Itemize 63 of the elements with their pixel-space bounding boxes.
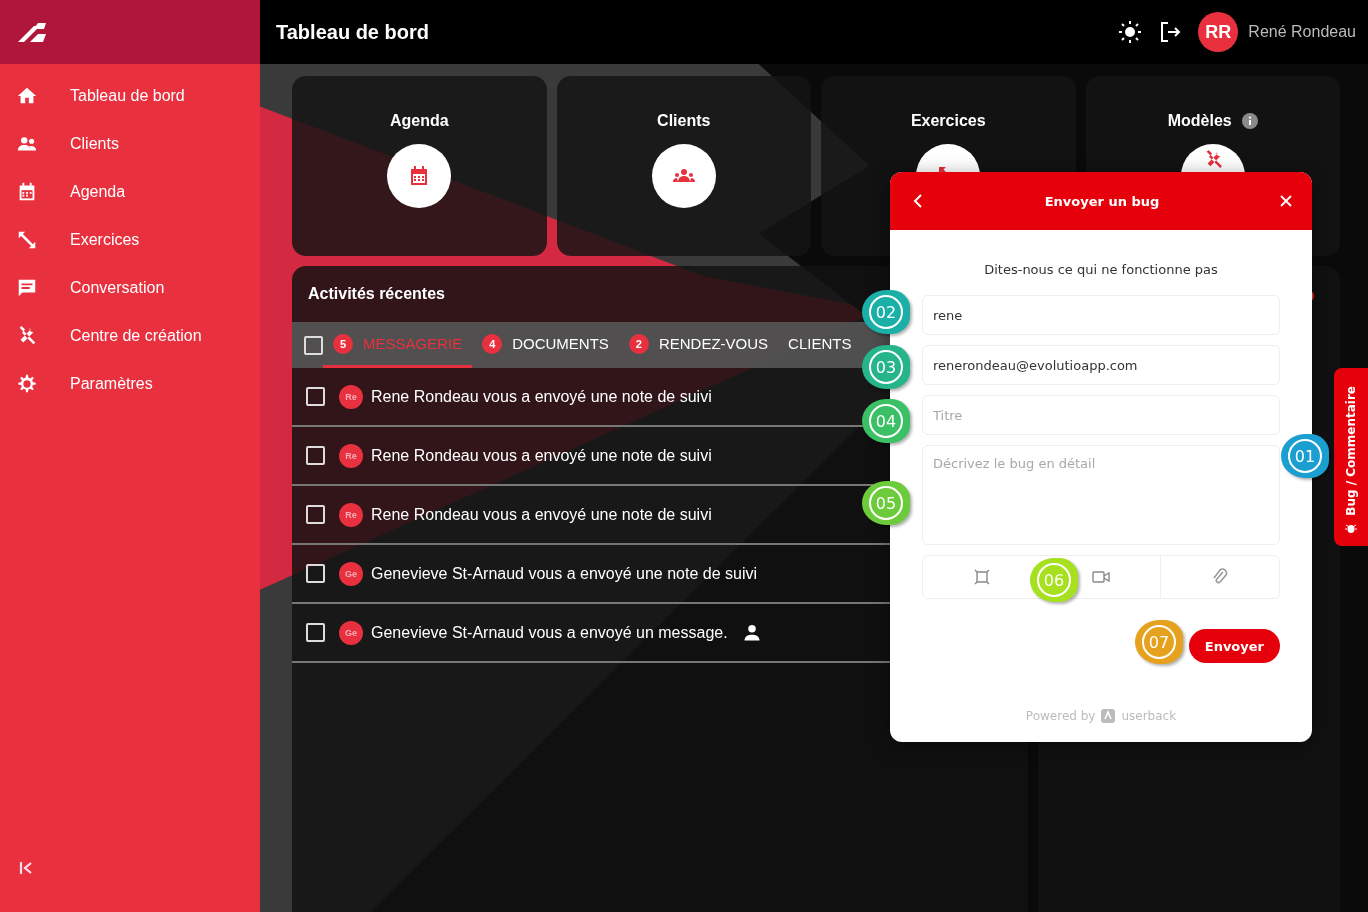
count-badge: 2	[628, 333, 649, 354]
checkbox[interactable]	[304, 335, 323, 355]
user-name: René Rondeau	[1248, 23, 1356, 41]
sun-icon[interactable]	[1118, 20, 1143, 44]
bug-icon	[1345, 522, 1357, 534]
paperclip-icon[interactable]	[1212, 568, 1229, 586]
info-icon[interactable]	[1241, 113, 1258, 129]
checkbox[interactable]	[306, 387, 325, 406]
activity-text[interactable]: Genevieve St-Arnaud vous a envoyé un message.	[371, 623, 728, 642]
sidebar-item[interactable]: Agenda	[0, 168, 260, 216]
user-avatar: Re	[339, 384, 363, 409]
page-title: Tableau de bord	[276, 20, 430, 44]
card-title: Agenda	[389, 112, 449, 130]
close-icon[interactable]	[1280, 195, 1292, 207]
user-avatar: Ge	[339, 620, 363, 645]
dialog-subtitle: Dites-nous ce qui ne fonctionne pas	[983, 262, 1219, 277]
count-badge: 5	[333, 333, 353, 354]
sidebar-item[interactable]: Clients	[0, 120, 260, 168]
activity-text[interactable]: Rene Rondeau vous a envoyé une note de suivi	[371, 446, 712, 465]
user-avatar[interactable]: RR	[1198, 12, 1239, 52]
shortcut-card[interactable]: Clients	[556, 76, 811, 256]
email-field[interactable]: renerondeau@evolutioapp.com	[922, 345, 1280, 385]
description-field[interactable]: Décrivez le bug en détail	[922, 445, 1280, 545]
card-title: Modèles	[1167, 112, 1232, 130]
brand-name: userback	[1121, 709, 1177, 723]
tab[interactable]: 2 RENDEZ-VOUS	[618, 322, 779, 368]
user-avatar: Re	[339, 443, 363, 468]
card-title: Exercices	[910, 112, 986, 130]
name-field[interactable]: rene	[922, 295, 1280, 335]
sidebar-item[interactable]: Conversation	[0, 264, 260, 312]
crop-icon[interactable]	[974, 569, 991, 585]
checkbox[interactable]	[306, 564, 325, 583]
powered-by-text: Powered by	[1025, 709, 1096, 723]
activity-text[interactable]: Rene Rondeau vous a envoyé une note de suivi	[371, 505, 712, 524]
count-badge: 4	[482, 333, 503, 354]
feedback-tab[interactable]: Bug / Commentaire	[1334, 368, 1368, 546]
activity-text[interactable]: Rene Rondeau vous a envoyé une note de suivi	[371, 387, 712, 406]
panel-title: Activités récentes	[308, 285, 445, 303]
logo-icon	[16, 21, 48, 43]
sidebar-item[interactable]: Tableau de bord	[0, 72, 260, 120]
sidebar-item[interactable]: Exercices	[0, 216, 260, 264]
tab[interactable]: 5 MESSAGERIE	[323, 322, 473, 368]
user-avatar: Re	[339, 502, 363, 527]
diagonal-arrows-icon	[16, 229, 38, 251]
send-button[interactable]: Envoyer	[1188, 629, 1280, 663]
shortcut-card[interactable]: Agenda	[292, 76, 547, 256]
checkbox[interactable]	[306, 446, 325, 465]
title-field[interactable]: Titre	[922, 395, 1280, 435]
activity-text[interactable]: Genevieve St-Arnaud vous a envoyé une note de suivi	[371, 564, 758, 583]
card-title: Clients	[657, 112, 711, 130]
brand-logo-icon	[1101, 709, 1116, 723]
user-avatar: Ge	[339, 561, 363, 586]
video-camera-icon[interactable]	[1092, 570, 1110, 584]
sidebar-item[interactable]: Paramètres	[0, 360, 260, 408]
sidebar-item[interactable]: Centre de création	[0, 312, 260, 360]
logout-icon[interactable]	[1158, 20, 1183, 44]
collapse-icon[interactable]	[18, 860, 34, 876]
checkbox[interactable]	[306, 505, 325, 524]
settings-icon	[16, 373, 38, 395]
back-icon[interactable]	[912, 194, 924, 208]
tab[interactable]: CLIENTS	[778, 322, 852, 368]
checkbox[interactable]	[306, 623, 325, 642]
tab[interactable]: 4 DOCUMENTS	[472, 322, 619, 368]
